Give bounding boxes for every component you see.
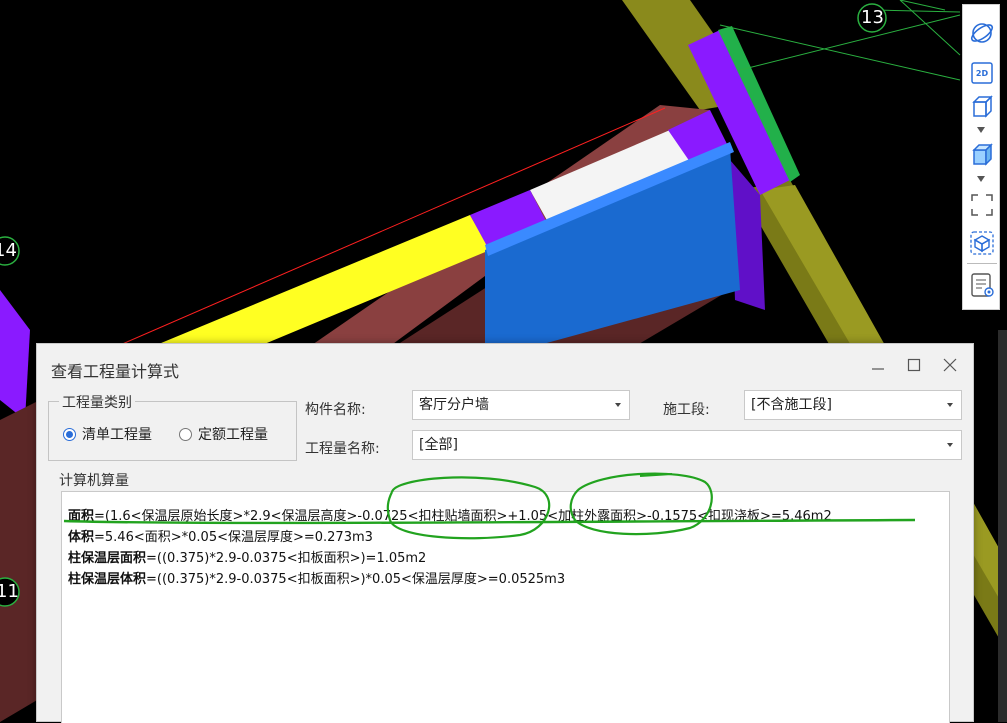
formula-text-area[interactable]: 面积=(1.6<保温层原始长度>*2.9<保温层高度>-0.0725<扣柱贴墙面… (61, 491, 950, 723)
chevron-down-icon (947, 443, 953, 447)
formula-line: 体积=5.46<面积>*0.05<保温层厚度>=0.273m3 (68, 526, 373, 545)
axis-line (874, 9, 961, 13)
close-icon[interactable] (941, 356, 959, 374)
axis-line (719, 24, 961, 81)
formula-name: 面积 (68, 509, 95, 524)
component-name-label: 构件名称: (305, 402, 366, 418)
quantity-name-label: 工程量名称: (305, 441, 380, 457)
radio-quota-quantity-label: 定额工程量 (198, 427, 268, 443)
axis-label-14: 14 (0, 240, 17, 261)
chevron-down-icon[interactable] (976, 127, 986, 135)
component-name-value: 客厅分户墙 (419, 397, 489, 413)
view-cube-icon[interactable] (968, 229, 996, 257)
quantity-name-select[interactable]: [全部] (412, 430, 962, 460)
formula-expression: =5.46<面积>*0.05<保温层厚度>=0.273m3 (94, 530, 373, 545)
formula-line: 柱保温层体积=((0.375)*2.9-0.0375<扣板面积>)*0.05<保… (68, 568, 565, 587)
orbit-icon[interactable] (968, 19, 996, 47)
formula-name: 柱保温层体积 (68, 572, 147, 587)
stage-label: 施工段: (663, 402, 710, 418)
window-controls (869, 356, 959, 374)
left-wall-face (0, 400, 40, 600)
axis-line (899, 0, 946, 11)
radio-checked-icon (63, 427, 76, 441)
viewport-scrollbar[interactable] (998, 330, 1007, 722)
formula-name: 体积 (68, 530, 95, 545)
radio-unchecked-icon (179, 427, 192, 441)
radio-bill-quantity-label: 清单工程量 (82, 427, 152, 443)
formula-line: 面积=(1.6<保温层原始长度>*2.9<保温层高度>-0.0725<扣柱贴墙面… (68, 505, 832, 524)
toolbar-divider (967, 263, 997, 264)
chevron-down-icon (615, 403, 621, 407)
stage-value: [不含施工段] (751, 397, 832, 413)
calc-legend: 计算机算量 (59, 473, 129, 489)
formula-line: 柱保温层面积=((0.375)*2.9-0.0375<扣板面积>)=1.05m2 (68, 547, 426, 566)
maximize-icon[interactable] (905, 356, 923, 374)
formula-expression: =((0.375)*2.9-0.0375<扣板面积>)=1.05m2 (146, 551, 427, 566)
minimize-icon[interactable] (869, 356, 887, 374)
component-name-select[interactable]: 客厅分户墙 (412, 390, 630, 420)
2d-label: 2D (975, 68, 989, 78)
chevron-down-icon (947, 403, 953, 407)
report-view-icon[interactable] (968, 271, 996, 299)
axis-label-11: 11 (0, 581, 19, 602)
view-toolbar: 2D (962, 4, 1000, 310)
quantity-category-legend: 工程量类别 (59, 392, 135, 412)
quantity-category-group: 工程量类别 清单工程量 定额工程量 (48, 392, 297, 461)
axis-line (739, 14, 961, 71)
radio-quota-quantity[interactable]: 定额工程量 (179, 424, 268, 444)
3d-box-solid-icon[interactable] (968, 141, 996, 169)
left-purple-column (0, 290, 30, 420)
quantity-name-value: [全部] (419, 437, 458, 453)
quantity-formula-dialog: 查看工程量计算式 工程量类别 清单工程量 定额工程量 构件名称: 客厅分户墙 施… (36, 343, 974, 723)
dialog-title: 查看工程量计算式 (51, 362, 180, 381)
3d-box-icon[interactable] (968, 93, 996, 121)
axis-label-13: 13 (861, 7, 884, 28)
formula-name: 柱保温层面积 (68, 551, 147, 566)
fullscreen-icon[interactable] (968, 191, 996, 219)
stage-select[interactable]: [不含施工段] (744, 390, 962, 420)
2d-view-icon[interactable]: 2D (968, 59, 996, 87)
chevron-down-icon[interactable] (976, 176, 986, 184)
formula-expression: =((0.375)*2.9-0.0375<扣板面积>)*0.05<保温层厚度>=… (146, 572, 566, 587)
formula-expression: =(1.6<保温层原始长度>*2.9<保温层高度>-0.0725<扣柱贴墙面积>… (94, 509, 832, 524)
radio-bill-quantity[interactable]: 清单工程量 (63, 424, 152, 444)
